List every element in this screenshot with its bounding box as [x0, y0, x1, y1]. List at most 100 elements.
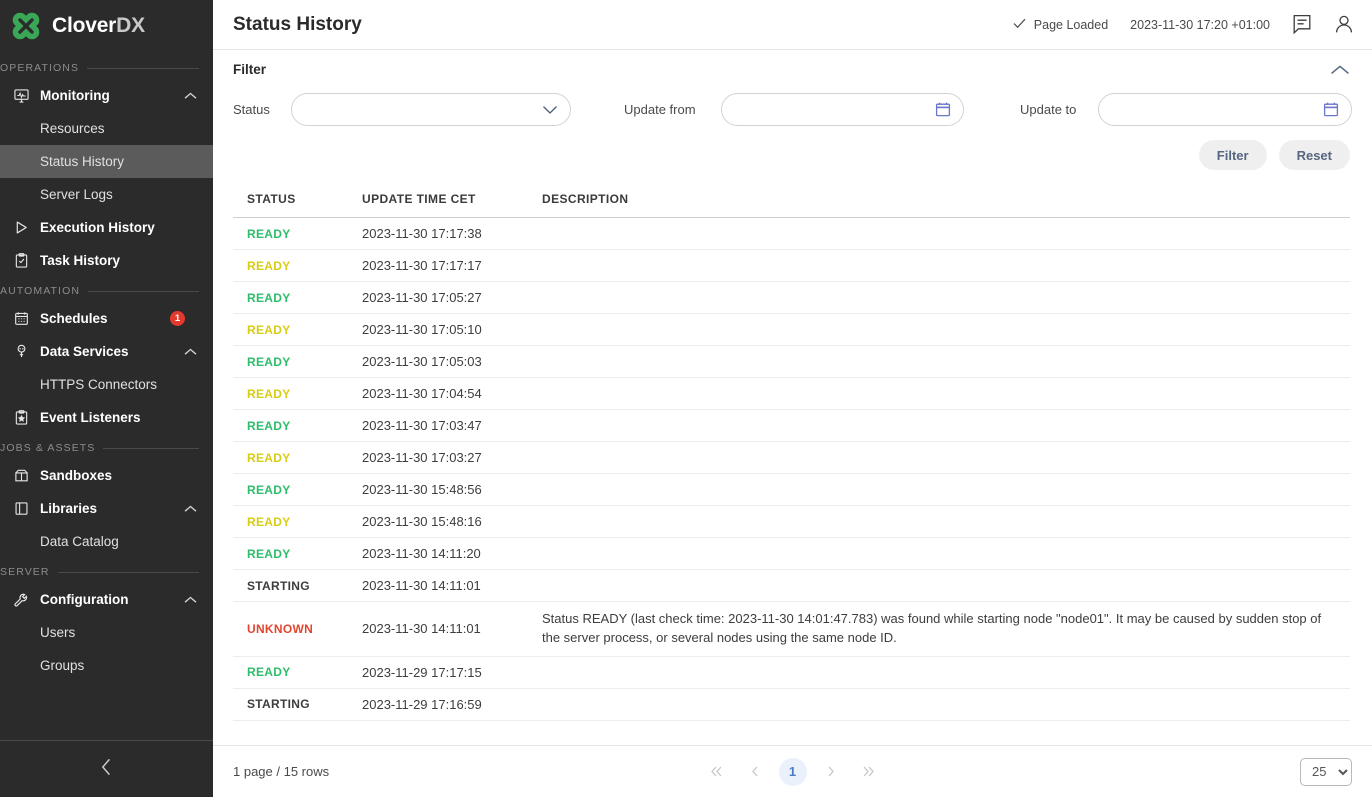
brand-logo[interactable]: CloverDX: [0, 0, 213, 51]
sidebar-item-label: Execution History: [40, 220, 155, 235]
sidebar-item-label: Data Services: [40, 344, 129, 359]
check-icon: [1013, 18, 1026, 32]
table-row[interactable]: STARTING2023-11-29 17:16:59: [233, 688, 1350, 720]
cell-update-time: 2023-11-30 15:48:56: [348, 474, 528, 506]
cell-status: STARTING: [233, 688, 348, 720]
sidebar-item-label: Task History: [40, 253, 120, 268]
sidebar-item-execution-history[interactable]: Execution History: [0, 211, 213, 244]
section-label: OPERATIONS: [0, 62, 79, 74]
chevron-up-icon[interactable]: [184, 348, 197, 356]
table-row[interactable]: READY2023-11-30 17:03:27: [233, 442, 1350, 474]
sidebar-item-label: Monitoring: [40, 88, 110, 103]
status-select[interactable]: [291, 93, 571, 126]
table-row[interactable]: UNKNOWN2023-11-30 14:11:01Status READY (…: [233, 602, 1350, 657]
sidebar-item-data-services[interactable]: Data Services: [0, 335, 213, 368]
status-input[interactable]: [306, 102, 542, 117]
cell-description: [528, 378, 1350, 410]
table-row[interactable]: READY2023-11-30 17:05:10: [233, 314, 1350, 346]
cell-update-time: 2023-11-30 17:05:03: [348, 346, 528, 378]
sidebar-item-data-catalog[interactable]: Data Catalog: [0, 525, 213, 558]
sidebar-item-https-connectors[interactable]: HTTPS Connectors: [0, 368, 213, 401]
first-page-button[interactable]: [703, 758, 731, 786]
sidebar-item-resources[interactable]: Resources: [0, 112, 213, 145]
section-divider: [58, 572, 199, 573]
next-page-button[interactable]: [817, 758, 845, 786]
cell-description: [528, 506, 1350, 538]
cell-status: READY: [233, 314, 348, 346]
cell-update-time: 2023-11-30 17:05:10: [348, 314, 528, 346]
sidebar-item-users[interactable]: Users: [0, 616, 213, 649]
cell-status: READY: [233, 378, 348, 410]
calendar-icon[interactable]: [1323, 101, 1339, 118]
pagination: 1: [213, 758, 1372, 786]
cell-description: [528, 538, 1350, 570]
sidebar-item-label: Event Listeners: [40, 410, 141, 425]
sidebar-item-schedules[interactable]: Schedules 1: [0, 302, 213, 335]
user-icon[interactable]: [1334, 14, 1354, 35]
cell-description: [528, 410, 1350, 442]
sidebar-collapse-button[interactable]: [0, 740, 213, 797]
table-row[interactable]: READY2023-11-30 15:48:16: [233, 506, 1350, 538]
table-row[interactable]: READY2023-11-30 17:05:03: [233, 346, 1350, 378]
update-to-label: Update to: [1020, 102, 1098, 117]
cell-status: READY: [233, 538, 348, 570]
cell-update-time: 2023-11-30 17:05:27: [348, 282, 528, 314]
table-container: STATUS UPDATE TIME CET DESCRIPTION READY…: [213, 170, 1372, 745]
chevron-up-icon[interactable]: [184, 505, 197, 513]
chevron-up-icon[interactable]: [184, 596, 197, 604]
filter-field-update-to: Update to: [1020, 93, 1352, 126]
update-from-input-wrap[interactable]: [721, 93, 964, 126]
update-to-input-wrap[interactable]: [1098, 93, 1352, 126]
filter-header: Filter: [213, 50, 1372, 83]
filter-button[interactable]: Filter: [1199, 140, 1267, 170]
sidebar-item-server-logs[interactable]: Server Logs: [0, 178, 213, 211]
chevron-up-icon[interactable]: [184, 92, 197, 100]
brand-name: CloverDX: [52, 14, 145, 38]
table-row[interactable]: READY2023-11-30 17:03:47: [233, 410, 1350, 442]
cell-status: READY: [233, 506, 348, 538]
sidebar-item-sandboxes[interactable]: Sandboxes: [0, 459, 213, 492]
section-label: SERVER: [0, 566, 50, 578]
page-number-1[interactable]: 1: [779, 758, 807, 786]
page-loaded-status: Page Loaded: [1013, 18, 1108, 32]
table-row[interactable]: READY2023-11-30 14:11:20: [233, 538, 1350, 570]
sidebar-item-groups[interactable]: Groups: [0, 649, 213, 682]
update-to-input[interactable]: [1113, 102, 1323, 117]
library-icon: [10, 501, 32, 516]
column-header-update-time: UPDATE TIME CET: [348, 192, 528, 218]
page-title: Status History: [233, 14, 362, 36]
sidebar-item-status-history[interactable]: Status History: [0, 145, 213, 178]
update-from-input[interactable]: [736, 102, 935, 117]
sidebar-item-task-history[interactable]: Task History: [0, 244, 213, 277]
cell-description: [528, 346, 1350, 378]
cell-description: [528, 688, 1350, 720]
sidebar-section-jobs-assets: JOBS & ASSETS: [0, 434, 213, 459]
table-row[interactable]: READY2023-11-30 15:48:56: [233, 474, 1350, 506]
table-row[interactable]: READY2023-11-29 17:17:15: [233, 656, 1350, 688]
filter-collapse-button[interactable]: [1330, 64, 1350, 76]
last-page-button[interactable]: [855, 758, 883, 786]
table-row[interactable]: READY2023-11-30 17:04:54: [233, 378, 1350, 410]
page-size-select[interactable]: 25: [1300, 758, 1352, 786]
table-row[interactable]: STARTING2023-11-30 14:11:01: [233, 570, 1350, 602]
table-row[interactable]: READY2023-11-30 17:17:17: [233, 250, 1350, 282]
cell-update-time: 2023-11-30 17:03:27: [348, 442, 528, 474]
schedules-badge: 1: [170, 311, 185, 326]
table-row[interactable]: READY2023-11-30 17:05:27: [233, 282, 1350, 314]
chevron-down-icon[interactable]: [542, 105, 558, 115]
sidebar-item-monitoring[interactable]: Monitoring: [0, 79, 213, 112]
sidebar-item-libraries[interactable]: Libraries: [0, 492, 213, 525]
sidebar-subitem-label: Resources: [40, 121, 105, 136]
sidebar-section-automation: AUTOMATION: [0, 277, 213, 302]
reset-button[interactable]: Reset: [1279, 140, 1350, 170]
cell-status: READY: [233, 250, 348, 282]
table-row[interactable]: READY2023-11-30 17:17:38: [233, 218, 1350, 250]
document-icon[interactable]: [1292, 14, 1312, 35]
cell-update-time: 2023-11-29 17:16:59: [348, 688, 528, 720]
sidebar-item-configuration[interactable]: Configuration: [0, 583, 213, 616]
brand-name-bold: Clover: [52, 14, 116, 37]
sidebar-item-event-listeners[interactable]: Event Listeners: [0, 401, 213, 434]
prev-page-button[interactable]: [741, 758, 769, 786]
sandbox-icon: [10, 468, 32, 483]
calendar-icon[interactable]: [935, 101, 951, 118]
